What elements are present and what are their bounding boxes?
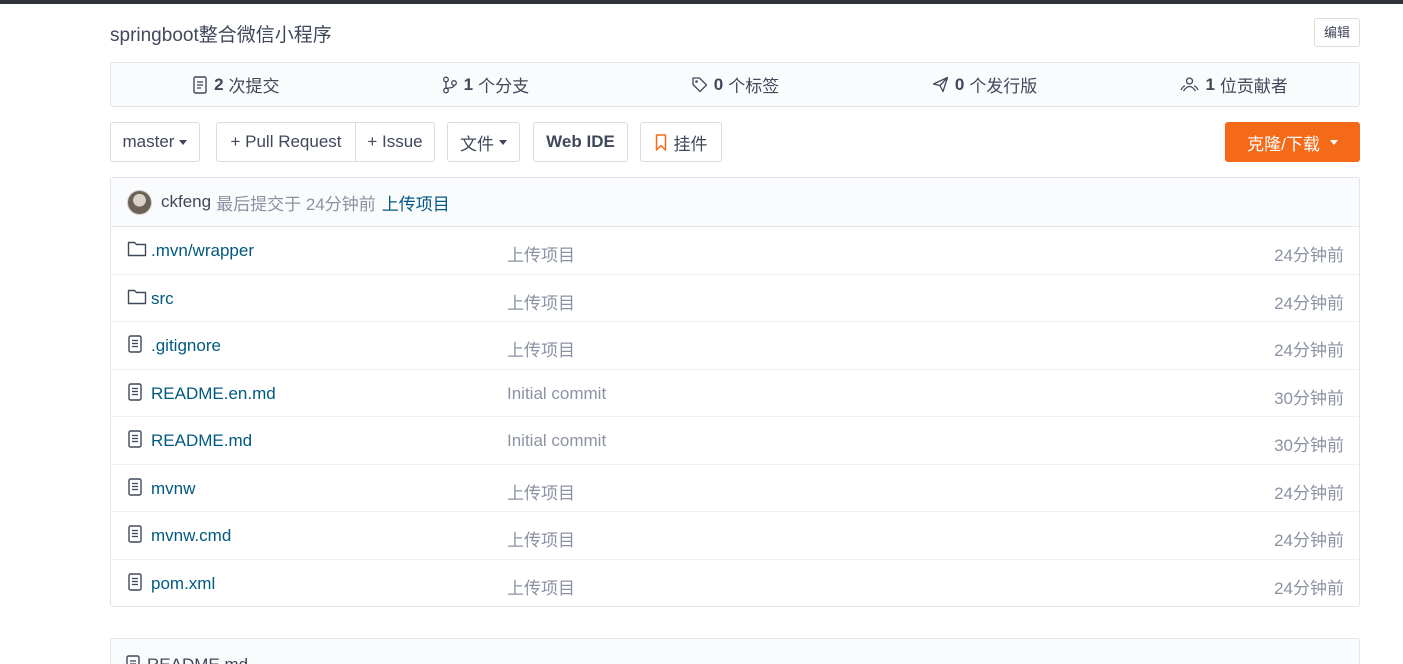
chevron-down-icon	[179, 139, 188, 145]
latest-commit-bar: ckfeng 最后提交于 24分钟前 上传项目	[111, 178, 1359, 227]
file-commit-message[interactable]: 上传项目	[507, 526, 575, 551]
file-commit-message[interactable]: 上传项目	[507, 241, 575, 266]
readme-header: README.md	[110, 638, 1360, 664]
branches-count: 1	[463, 74, 474, 94]
widget-button[interactable]: 挂件	[640, 122, 722, 162]
file-icon	[127, 430, 143, 453]
branches-label: 个分支	[478, 77, 530, 96]
readme-title: README.md	[147, 655, 248, 664]
file-row[interactable]: mvnw.cmd 上传项目 24分钟前	[111, 512, 1359, 560]
release-icon	[932, 76, 948, 93]
repo-stats-bar: 2 次提交 1 个分支 0 个标签 0 个发行版 1 位贡献者	[110, 62, 1360, 107]
file-commit-message[interactable]: 上传项目	[507, 479, 575, 504]
contributors-label: 位贡献者	[1219, 77, 1288, 96]
file-commit-time: 30分钟前	[1274, 388, 1344, 408]
avatar[interactable]	[127, 189, 152, 215]
contributors-icon	[1180, 77, 1199, 92]
releases-count: 0	[954, 74, 965, 94]
file-row[interactable]: pom.xml 上传项目 24分钟前	[111, 560, 1359, 607]
edit-button[interactable]: 编辑	[1313, 18, 1360, 47]
file-row[interactable]: src 上传项目 24分钟前	[111, 275, 1359, 322]
file-icon	[127, 335, 143, 358]
contributors-count: 1	[1205, 74, 1215, 94]
web-ide-button[interactable]: Web IDE	[533, 122, 628, 162]
commit-time: 最后提交于 24分钟前	[216, 194, 376, 214]
commit-message-link[interactable]: 上传项目	[382, 190, 450, 215]
file-commit-time: 24分钟前	[1274, 578, 1344, 598]
stat-commits[interactable]: 2 次提交	[111, 63, 361, 106]
file-name-link[interactable]: mvnw.cmd	[151, 526, 231, 546]
top-nav-strip	[0, 0, 1403, 4]
file-name-link[interactable]: .mvn/wrapper	[151, 241, 254, 261]
tag-icon	[692, 77, 707, 93]
file-menu-button[interactable]: 文件	[447, 122, 520, 162]
clone-download-label: 克隆/下载	[1247, 134, 1320, 154]
stat-branches[interactable]: 1 个分支	[361, 63, 611, 106]
file-rows: .mvn/wrapper 上传项目 24分钟前 src 上传项目 24分钟前 .gitign…	[111, 227, 1359, 607]
file-commit-message[interactable]: Initial commit	[507, 384, 606, 404]
file-name-link[interactable]: README.en.md	[151, 384, 276, 404]
releases-label: 个发行版	[969, 77, 1038, 96]
commits-icon	[193, 75, 207, 94]
file-name-link[interactable]: mvnw	[151, 479, 195, 499]
folder-icon	[127, 240, 147, 262]
file-menu-label: 文件	[460, 134, 494, 154]
file-row[interactable]: README.md Initial commit 30分钟前	[111, 417, 1359, 465]
file-commit-message[interactable]: 上传项目	[507, 289, 575, 314]
stat-contributors[interactable]: 1 位贡献者	[1109, 63, 1359, 106]
commits-count: 2	[214, 74, 224, 94]
commit-author[interactable]: ckfeng	[161, 192, 211, 212]
file-commit-message[interactable]: Initial commit	[507, 431, 606, 451]
file-commit-message[interactable]: 上传项目	[507, 336, 575, 361]
widget-label: 挂件	[673, 134, 708, 154]
clone-download-button[interactable]: 克隆/下载	[1225, 122, 1360, 162]
tags-count: 0	[713, 74, 724, 94]
stat-releases[interactable]: 0 个发行版	[860, 63, 1110, 106]
branch-select[interactable]: master	[110, 122, 200, 162]
file-row[interactable]: mvnw 上传项目 24分钟前	[111, 465, 1359, 512]
file-list: ckfeng 最后提交于 24分钟前 上传项目 .mvn/wrapper 上传项目…	[110, 177, 1360, 607]
file-row[interactable]: .mvn/wrapper 上传项目 24分钟前	[111, 227, 1359, 275]
file-icon	[127, 572, 143, 596]
bookmark-icon	[655, 133, 666, 151]
file-commit-message[interactable]: 上传项目	[507, 574, 575, 599]
commits-label: 次提交	[228, 77, 280, 96]
pr-issue-group: + Pull Request + Issue	[216, 122, 435, 162]
repo-toolbar: master + Pull Request + Issue 文件 Web IDE…	[110, 122, 1360, 162]
file-name-link[interactable]: README.md	[151, 431, 252, 451]
repo-title: springboot整合微信小程序	[110, 25, 332, 46]
file-commit-time: 24分钟前	[1274, 531, 1344, 550]
chevron-down-icon	[1329, 139, 1338, 145]
file-row[interactable]: .gitignore 上传项目 24分钟前	[111, 322, 1359, 370]
tags-label: 个标签	[728, 77, 780, 96]
stat-tags[interactable]: 0 个标签	[610, 63, 860, 106]
chevron-down-icon	[499, 139, 507, 145]
file-icon	[127, 382, 143, 406]
file-row[interactable]: README.en.md Initial commit 30分钟前	[111, 370, 1359, 417]
folder-icon	[127, 288, 147, 310]
file-name-link[interactable]: src	[151, 289, 174, 309]
file-icon	[127, 525, 143, 548]
file-commit-time: 30分钟前	[1274, 436, 1344, 455]
branch-select-label: master	[122, 132, 175, 151]
file-name-link[interactable]: pom.xml	[151, 574, 215, 594]
repo-header: springboot整合微信小程序 编辑	[110, 18, 1360, 48]
file-icon	[127, 477, 143, 501]
new-pull-request-button[interactable]: + Pull Request	[217, 123, 355, 161]
file-commit-time: 24分钟前	[1274, 293, 1344, 313]
file-name-link[interactable]: .gitignore	[151, 336, 221, 356]
file-commit-time: 24分钟前	[1274, 246, 1344, 265]
new-issue-button[interactable]: + Issue	[355, 123, 434, 161]
file-icon	[126, 655, 140, 664]
branch-icon	[442, 76, 457, 93]
file-commit-time: 24分钟前	[1274, 341, 1344, 360]
file-commit-time: 24分钟前	[1274, 483, 1344, 503]
